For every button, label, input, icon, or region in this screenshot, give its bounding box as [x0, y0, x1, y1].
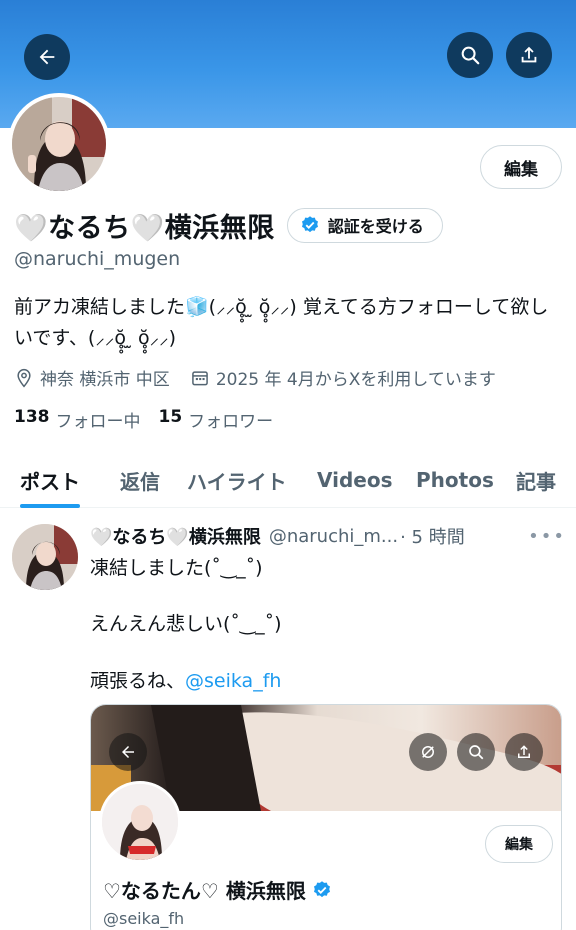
profile-avatar[interactable]: [8, 93, 110, 195]
tab-articles[interactable]: 記事: [516, 452, 556, 508]
mention-link[interactable]: @seika_fh: [185, 670, 281, 692]
tab-posts[interactable]: ポスト: [20, 452, 80, 508]
tab-replies[interactable]: 返信: [120, 452, 160, 508]
followers-label: フォロワー: [188, 412, 274, 432]
verified-badge-icon: [301, 216, 318, 233]
share-icon: [518, 745, 530, 758]
card-share-button[interactable]: [505, 733, 543, 771]
search-icon: [469, 745, 484, 760]
get-verified-label: 認証を受ける: [327, 217, 424, 236]
share-button[interactable]: [506, 32, 552, 78]
post-text-line-2: えんえん悲しい(˚‿_˚): [90, 613, 282, 635]
card-grok-button[interactable]: [409, 733, 447, 771]
arrow-left-icon: [122, 746, 134, 758]
card-handle: @seika_fh: [103, 909, 185, 928]
card-avatar-photo: [102, 784, 178, 860]
card-edit-button[interactable]: 編集: [485, 825, 553, 863]
card-display-name: ♡なるたん♡ 横浜無限: [103, 875, 332, 904]
post-header: 🤍なるち🤍横浜無限 @naruchi_m... · 5 時間 •••: [90, 521, 566, 551]
post-time[interactable]: · 5 時間: [400, 523, 465, 549]
post-media-card[interactable]: 編集 ♡なるたん♡ 横浜無限 @seika_fh: [90, 704, 562, 930]
location-text: 神奈 横浜市 中区: [40, 370, 170, 390]
search-icon: [461, 46, 480, 65]
location-pin-icon: [17, 368, 31, 387]
follow-stats: 138 フォロー中 15 フォロワー: [14, 407, 291, 432]
get-verified-button[interactable]: 認証を受ける: [286, 207, 443, 243]
profile-handle: @naruchi_mugen: [14, 248, 181, 270]
following-link[interactable]: 138 フォロー中: [14, 407, 141, 432]
post-text-line-1: 凍結しました(˚‿_˚): [90, 557, 263, 579]
post-author-handle[interactable]: @naruchi_m...: [269, 526, 398, 547]
profile-bio: 前アカ凍結しました🧊(⸝⸝ŏ̥̥ ̫ ŏ̥̥⸝⸝) 覚えてる方フォローして欲しい…: [14, 296, 549, 349]
tab-photos[interactable]: Photos: [416, 452, 494, 508]
joined-text: 2025 年 4月からXを利用しています: [215, 370, 496, 390]
more-icon[interactable]: •••: [528, 526, 566, 547]
card-name-text: ♡なるたん♡ 横浜無限: [103, 879, 306, 903]
avatar-photo: [12, 97, 106, 191]
profile-tabs: ポスト 返信 ハイライト Videos Photos 記事: [0, 452, 576, 508]
followers-count: 15: [158, 407, 183, 427]
card-search-button[interactable]: [457, 733, 495, 771]
post-author-avatar[interactable]: [12, 524, 78, 590]
following-count: 138: [14, 407, 50, 427]
profile-meta: 神奈 横浜市 中区 2025 年 4月からXを利用しています: [14, 365, 516, 390]
post-author-name[interactable]: 🤍なるち🤍横浜無限: [90, 523, 261, 549]
tab-videos[interactable]: Videos: [317, 452, 393, 508]
display-name: 🤍なるち🤍横浜無限: [14, 212, 275, 244]
tab-highlights[interactable]: ハイライト: [187, 452, 287, 508]
share-icon: [521, 46, 537, 63]
card-avatar: [99, 781, 181, 863]
joined-item: 2025 年 4月からXを利用しています: [190, 365, 496, 390]
location-item: 神奈 横浜市 中区: [14, 365, 170, 390]
card-back-button[interactable]: [109, 733, 147, 771]
back-button[interactable]: [24, 34, 70, 80]
following-label: フォロー中: [55, 412, 141, 432]
post-text-line-3: 頑張るね、@seika_fh: [90, 666, 281, 693]
post-text-prefix: 頑張るね、: [90, 670, 186, 692]
grok-icon: [422, 746, 434, 758]
name-row: 🤍なるち🤍横浜無限 認証を受ける: [14, 202, 443, 248]
search-button[interactable]: [447, 32, 493, 78]
verified-badge-icon: [313, 880, 330, 897]
edit-profile-button[interactable]: 編集: [480, 145, 562, 189]
arrow-left-icon: [39, 49, 55, 65]
followers-link[interactable]: 15 フォロワー: [159, 407, 274, 432]
calendar-icon: [191, 370, 208, 385]
post-avatar-photo: [12, 524, 78, 590]
